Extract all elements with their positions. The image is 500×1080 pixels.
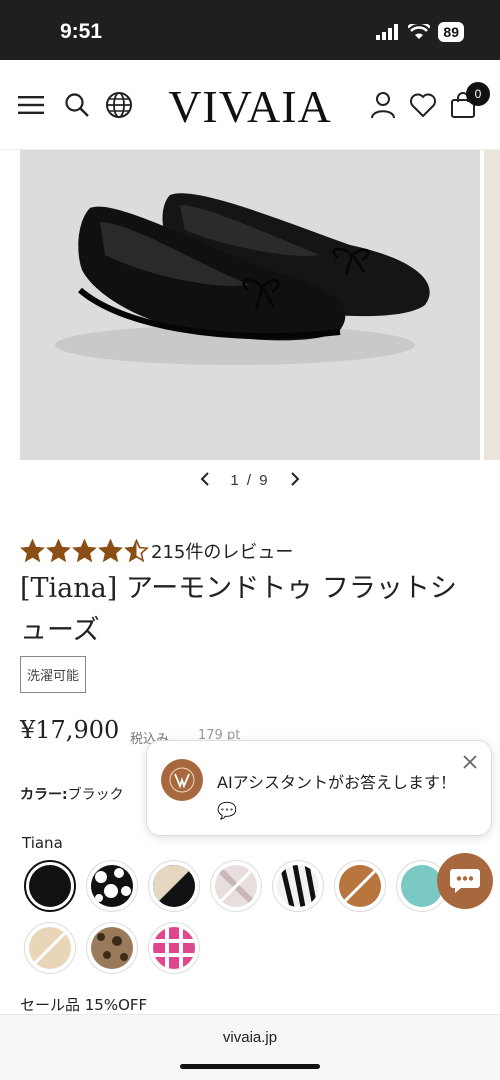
next-product-image-peek[interactable] (484, 150, 500, 460)
star-full-icon (46, 539, 71, 563)
sale-label: セール品 15%OFF (20, 996, 148, 1014)
washable-tag: 洗濯可能 (20, 656, 87, 693)
chevron-right-icon (291, 472, 300, 486)
vivaia-monogram-icon (169, 767, 195, 793)
pager-total: 9 (259, 472, 270, 489)
language-button[interactable] (102, 88, 136, 122)
review-count-link[interactable]: 215件のレビュー (151, 538, 293, 564)
star-full-icon (20, 539, 45, 563)
ai-assistant-popup[interactable]: AIアシスタントがお答えします！💬 (146, 740, 492, 836)
search-button[interactable] (60, 88, 94, 122)
swatch-beige-black[interactable] (148, 860, 200, 912)
chat-bubble-icon (450, 869, 480, 893)
product-price: ¥17,900 (20, 716, 120, 744)
swatch-tan-brown[interactable] (334, 860, 386, 912)
status-icons: 89 (376, 22, 464, 42)
pager-current: 1 (230, 472, 241, 489)
chat-button[interactable] (437, 853, 493, 909)
battery-indicator: 89 (438, 22, 464, 42)
heart-icon (410, 93, 436, 117)
close-popup-button[interactable] (459, 751, 481, 773)
swatch-beige-stripe[interactable] (24, 922, 76, 974)
pager-separator: / (246, 472, 254, 489)
product-title: [Tiana] アーモンドトゥ フラットシューズ (20, 573, 457, 646)
account-button[interactable] (366, 88, 400, 122)
variant-name: Tiana (22, 834, 63, 852)
cart-count-badge: 0 (466, 82, 490, 106)
star-full-icon (98, 539, 123, 563)
home-indicator (180, 1064, 320, 1069)
swatch-leopard[interactable] (86, 922, 138, 974)
swatch-black-white-dots[interactable] (86, 860, 138, 912)
search-icon (65, 93, 89, 117)
close-icon (463, 755, 477, 769)
color-value: ブラック (67, 787, 124, 803)
assistant-avatar (161, 759, 203, 801)
wifi-icon (408, 24, 431, 39)
swatch-black-white-zebra[interactable] (272, 860, 324, 912)
swatch-black[interactable] (24, 860, 76, 912)
product-image[interactable] (20, 150, 480, 460)
swatch-pink-white-weave[interactable] (210, 860, 262, 912)
user-icon (371, 92, 395, 119)
status-time: 9:51 (60, 20, 103, 43)
chevron-left-icon (200, 472, 209, 486)
swatch-pink-check[interactable] (148, 922, 200, 974)
menu-button[interactable] (14, 88, 48, 122)
wishlist-button[interactable] (406, 88, 440, 122)
signal-icon (376, 24, 399, 40)
site-header: VIVAIA 0 (0, 60, 500, 150)
product-rating[interactable]: 215件のレビュー (20, 538, 293, 564)
status-bar: 9:51 89 (0, 0, 500, 60)
next-image-button[interactable] (276, 470, 314, 491)
color-label-title: カラー: (20, 787, 68, 803)
star-full-icon (72, 539, 97, 563)
brand-logo[interactable]: VIVAIA (155, 80, 345, 133)
gallery-pager: 1 / 9 (0, 470, 500, 491)
star-half-icon (124, 539, 149, 563)
browser-address-bar[interactable]: vivaia.jp (0, 1014, 500, 1080)
assistant-message: AIアシスタントがお答えします！💬 (217, 773, 457, 820)
rating-stars (20, 539, 149, 563)
ballet-flats-image (55, 193, 430, 365)
hamburger-icon (18, 96, 44, 114)
previous-image-button[interactable] (186, 470, 224, 491)
address-bar-url[interactable]: vivaia.jp (0, 1029, 500, 1046)
color-label: カラー:ブラック (20, 784, 124, 804)
globe-icon (106, 92, 132, 118)
product-gallery[interactable] (0, 150, 500, 460)
